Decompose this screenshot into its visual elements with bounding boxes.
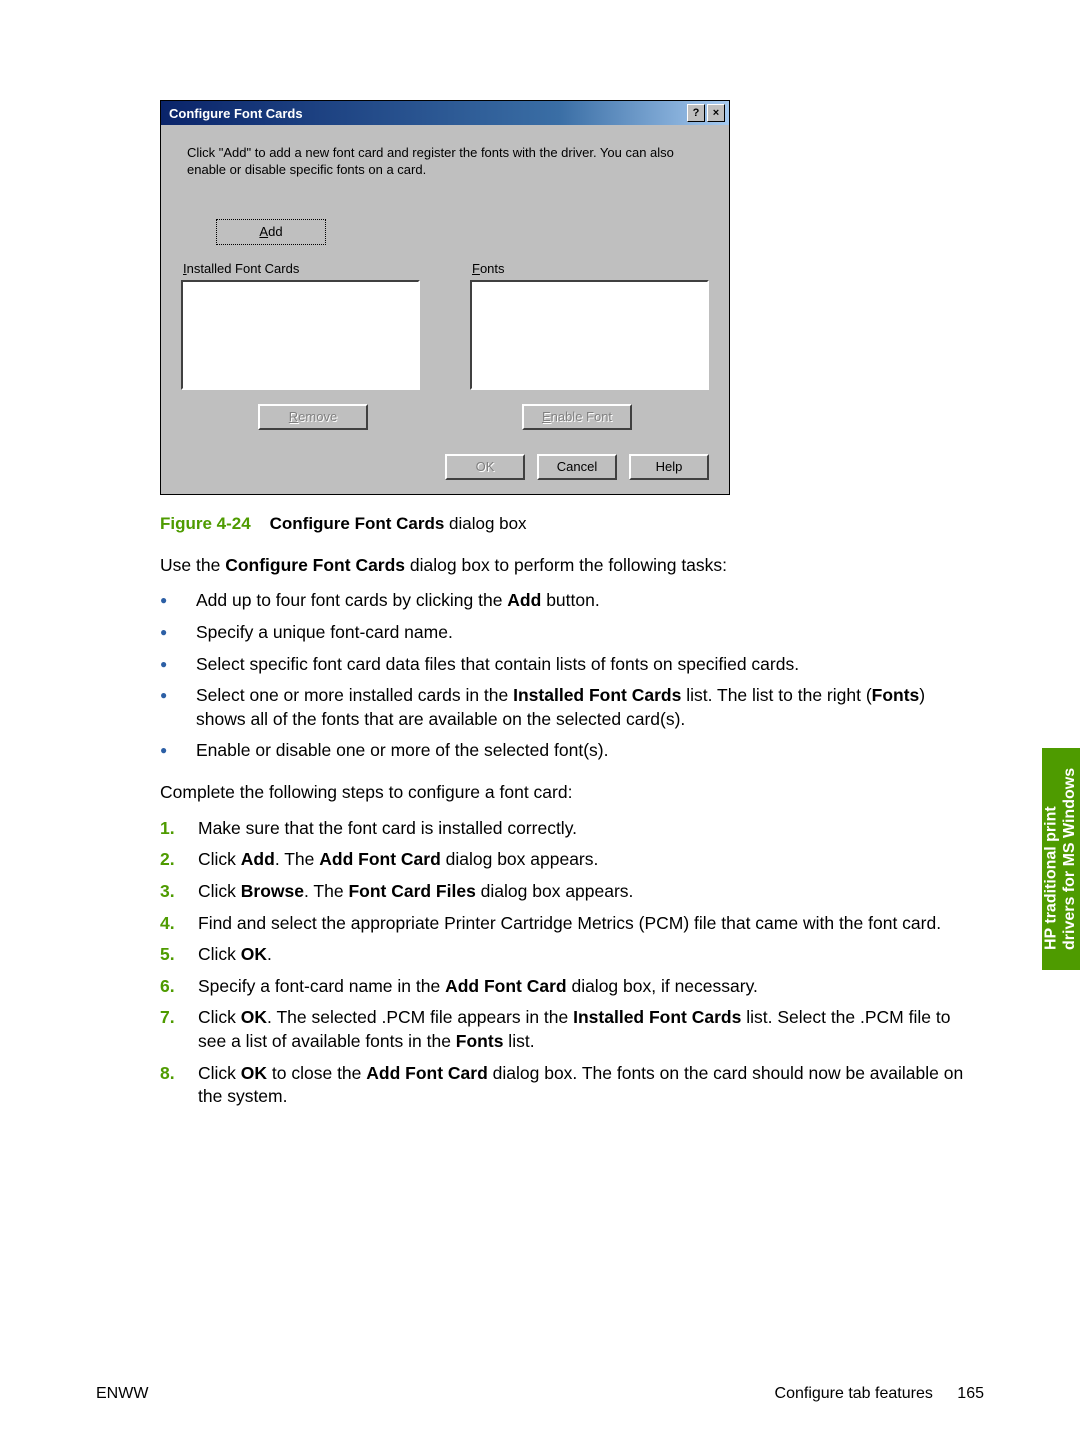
task-bullets: ● Add up to four font cards by clicking … bbox=[160, 589, 970, 763]
list-item: 8. Click OK to close the Add Font Card d… bbox=[160, 1062, 970, 1109]
bullet-icon: ● bbox=[160, 739, 180, 763]
remove-button: Remove bbox=[258, 404, 368, 430]
bullet-icon: ● bbox=[160, 621, 180, 645]
list-item: 3. Click Browse. The Font Card Files dia… bbox=[160, 880, 970, 904]
cancel-button[interactable]: Cancel bbox=[537, 454, 617, 480]
chapter-side-tab: HP traditional print drivers for MS Wind… bbox=[1042, 748, 1080, 970]
bullet-icon: ● bbox=[160, 589, 180, 613]
configure-font-cards-dialog: Configure Font Cards ? × Click "Add" to … bbox=[160, 100, 730, 495]
list-item: 1. Make sure that the font card is insta… bbox=[160, 817, 970, 841]
list-item: 7. Click OK. The selected .PCM file appe… bbox=[160, 1006, 970, 1053]
list-item: ● Add up to four font cards by clicking … bbox=[160, 589, 970, 613]
page-number: 165 bbox=[957, 1385, 984, 1402]
enable-font-button: Enable Font bbox=[522, 404, 632, 430]
footer-left: ENWW bbox=[96, 1385, 148, 1403]
list-item: 2. Click Add. The Add Font Card dialog b… bbox=[160, 848, 970, 872]
close-icon[interactable]: × bbox=[707, 104, 725, 122]
bullet-icon: ● bbox=[160, 653, 180, 677]
fonts-label: Fonts bbox=[472, 261, 709, 276]
titlebar-title: Configure Font Cards bbox=[165, 106, 685, 121]
footer-section: Configure tab features bbox=[775, 1385, 933, 1402]
list-item: 4. Find and select the appropriate Print… bbox=[160, 912, 970, 936]
steps-intro: Complete the following steps to configur… bbox=[160, 781, 970, 805]
page-footer: ENWW Configure tab features 165 bbox=[96, 1385, 984, 1403]
bullet-icon: ● bbox=[160, 684, 180, 731]
list-item: ● Select specific font card data files t… bbox=[160, 653, 970, 677]
figure-caption: Figure 4-24 Configure Font Cards dialog … bbox=[160, 513, 970, 536]
fonts-list[interactable] bbox=[470, 280, 709, 390]
list-item: ● Enable or disable one or more of the s… bbox=[160, 739, 970, 763]
dialog-instructions: Click "Add" to add a new font card and r… bbox=[187, 145, 703, 179]
help-button[interactable]: Help bbox=[629, 454, 709, 480]
steps-list: 1. Make sure that the font card is insta… bbox=[160, 817, 970, 1109]
add-button-label-tail: dd bbox=[268, 224, 282, 239]
installed-font-cards-label: Installed Font Cards bbox=[183, 261, 420, 276]
add-button[interactable]: Add bbox=[216, 219, 326, 245]
list-item: 6. Specify a font-card name in the Add F… bbox=[160, 975, 970, 999]
list-item: ● Select one or more installed cards in … bbox=[160, 684, 970, 731]
titlebar: Configure Font Cards ? × bbox=[161, 101, 729, 125]
ok-button: OK bbox=[445, 454, 525, 480]
intro-paragraph: Use the Configure Font Cards dialog box … bbox=[160, 554, 970, 578]
installed-font-cards-list[interactable] bbox=[181, 280, 420, 390]
help-icon[interactable]: ? bbox=[687, 104, 705, 122]
list-item: ● Specify a unique font-card name. bbox=[160, 621, 970, 645]
list-item: 5. Click OK. bbox=[160, 943, 970, 967]
